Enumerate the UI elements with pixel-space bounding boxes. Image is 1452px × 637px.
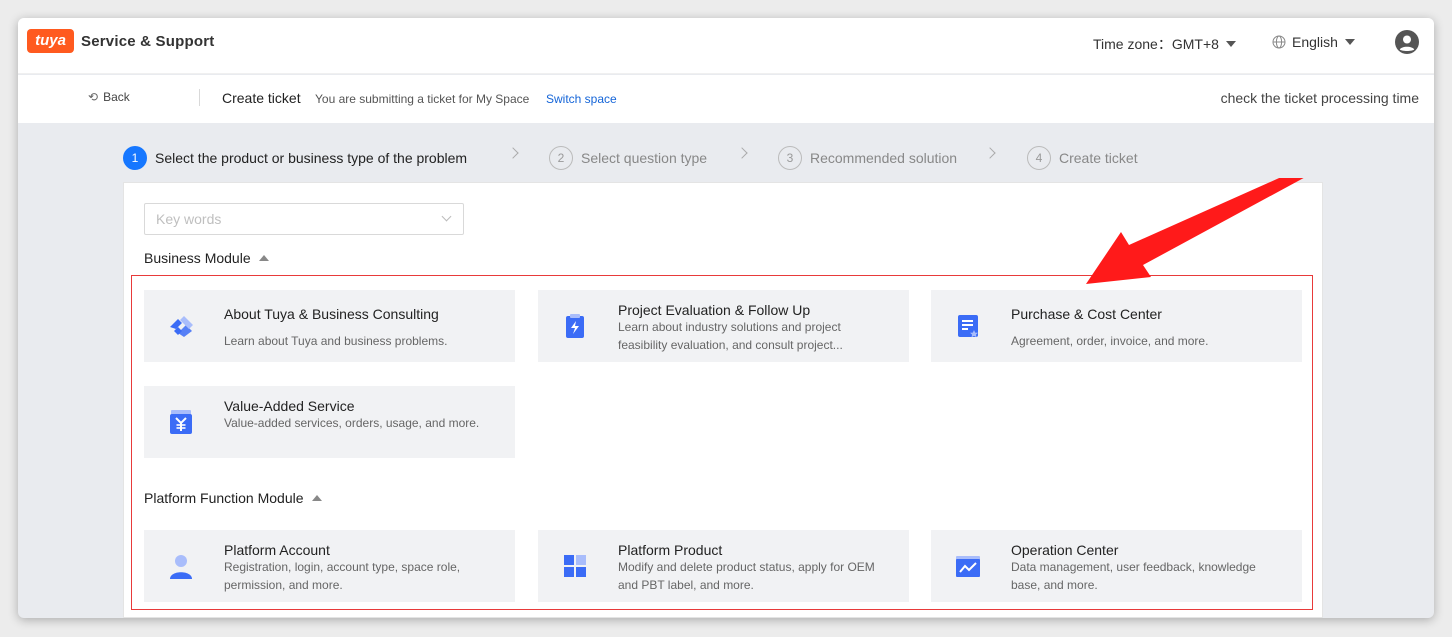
switch-space-link[interactable]: Switch space [546,92,617,106]
card-description: Data management, user feedback, knowledg… [1011,560,1256,592]
chart-window-icon [956,556,980,577]
product-selection-panel: Business Module About Tuya & Business Co… [123,182,1323,618]
platform-function-module-header[interactable]: Platform Function Module [144,490,322,506]
user-icon [170,555,192,579]
card-title: Platform Account [224,542,330,558]
step-number: 3 [778,146,802,170]
site-name: Service & Support [81,32,215,50]
card-about-tuya[interactable]: About Tuya & Business Consulting Learn a… [144,290,515,362]
card-value-added-service[interactable]: Value-Added Service Value-added services… [144,386,515,458]
blocks-icon [564,555,586,577]
step-number: 2 [549,146,573,170]
timezone-selector[interactable]: Time zone：GMT+8 [1093,34,1236,54]
step-label: Recommended solution [810,150,958,166]
vertical-divider [199,89,200,106]
space-hint: You are submitting a ticket for My Space [315,92,530,106]
card-description: Agreement, order, invoice, and more. [1011,334,1209,348]
card-description: Registration, login, account type, space… [224,560,461,592]
globe-icon [1272,35,1286,49]
card-description: Learn about industry solutions and proje… [618,320,843,352]
section-title: Business Module [144,250,251,266]
step-1: 1 Select the product or business type of… [123,146,467,170]
chevron-down-icon [441,211,452,222]
browser-window: tuya Service & Support Time zone：GMT+8 E… [18,18,1434,618]
card-platform-account[interactable]: Platform Account Registration, login, ac… [144,530,515,602]
check-processing-time-link[interactable]: check the ticket processing time [1221,90,1419,106]
progress-steps: 1 Select the product or business type of… [18,123,1434,183]
card-purchase-cost[interactable]: Purchase & Cost Center Agreement, order,… [931,290,1302,362]
card-operation-center[interactable]: Operation Center Data management, user f… [931,530,1302,602]
caret-down-icon [1225,41,1236,47]
section-title: Platform Function Module [144,490,304,506]
step-number: 4 [1027,146,1051,170]
card-title: Operation Center [1011,542,1119,558]
handshake-icon [170,316,193,337]
card-description: Value-added services, orders, usage, and… [224,416,480,430]
card-project-evaluation[interactable]: Project Evaluation & Follow Up Learn abo… [538,290,909,362]
step-label: Create ticket [1059,150,1138,166]
card-title: Platform Product [618,542,723,558]
business-module-header[interactable]: Business Module [144,250,269,266]
caret-down-icon [1344,39,1355,45]
top-nav-bar: tuya Service & Support Time zone：GMT+8 E… [18,18,1434,74]
search-input[interactable] [145,204,425,234]
card-title: Value-Added Service [224,398,355,414]
clipboard-bolt-icon [566,314,584,338]
timezone-label: Time zone：GMT+8 [1093,36,1219,52]
back-label: Back [103,90,130,104]
step-label: Select question type [581,150,708,166]
caret-up-icon [311,495,322,501]
ticket-header-bar: ⟲ Back Create ticket You are submitting … [18,75,1434,123]
language-selector[interactable]: English [1272,34,1355,50]
step-2: 2 Select question type [549,146,707,170]
step-label: Select the product or business type of t… [155,150,468,166]
undo-arrow-icon: ⟲ [88,90,99,104]
card-title: Project Evaluation & Follow Up [618,302,811,318]
card-title: Purchase & Cost Center [1011,306,1162,322]
document-star-icon [958,315,978,338]
chevron-right-icon [736,147,748,159]
step-4: 4 Create ticket [1027,146,1138,170]
tuya-logo-badge: tuya [27,29,74,53]
step-3: 3 Recommended solution [778,146,957,170]
user-avatar-icon[interactable] [1395,30,1419,54]
page-title: Create ticket [222,90,301,106]
chevron-right-icon [984,147,996,159]
yen-icon [170,410,192,434]
card-platform-product[interactable]: Platform Product Modify and delete produ… [538,530,909,602]
card-description: Learn about Tuya and business problems. [224,334,448,348]
card-title: About Tuya & Business Consulting [224,306,439,322]
chevron-right-icon [507,147,519,159]
step-number: 1 [123,146,147,170]
keyword-search[interactable] [144,203,464,235]
brand-logo[interactable]: tuya Service & Support [27,29,214,53]
language-label: English [1292,34,1338,50]
caret-up-icon [258,255,269,261]
back-button[interactable]: ⟲ Back [88,90,130,104]
card-description: Modify and delete product status, apply … [618,560,875,592]
